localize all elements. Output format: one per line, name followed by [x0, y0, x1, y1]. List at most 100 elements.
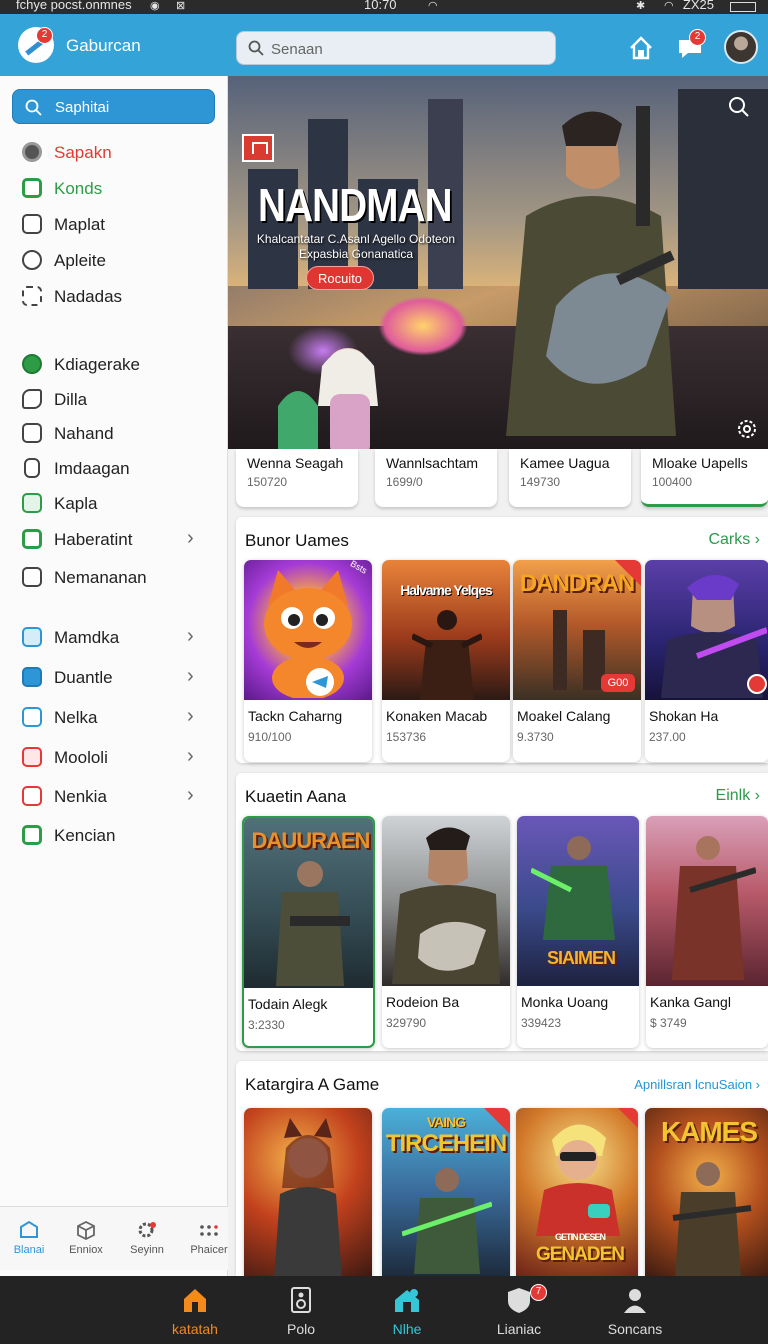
sidebar-tab-bar: Blanai Enniox Seyinn Phaicer	[0, 1206, 228, 1270]
hero-cta-button[interactable]: Rocuito	[306, 266, 374, 290]
sidebar-item-maplat[interactable]: Maplat	[0, 208, 228, 242]
section-link-label: Carks	[708, 531, 751, 548]
corner-ribbon	[484, 1108, 510, 1134]
square-n-icon	[22, 423, 42, 443]
section-title: Kuaetin Aana	[245, 787, 347, 806]
sidebar-item-label: Mamdka	[54, 628, 120, 647]
soldier-character	[276, 861, 350, 986]
art-title: GENADEN	[535, 1244, 625, 1265]
sidebar-item-sapakn[interactable]: Sapakn	[0, 136, 228, 170]
stat-card[interactable]: Wannlsachtam 1699/0	[375, 449, 497, 507]
stat-card[interactable]: Mloake Uapells 100400	[641, 449, 768, 507]
blonde-character	[536, 1124, 620, 1236]
sidebar-search-button[interactable]: Saphitai	[12, 89, 215, 124]
sidebar-item-nemananan[interactable]: Nemananan	[0, 561, 228, 595]
sidebar-item-nadadas[interactable]: Nadadas	[0, 280, 228, 314]
sidebar-item-kencian[interactable]: Kencian	[0, 819, 228, 853]
game-card[interactable]: DANDRAN G00 Moakel Calang 9.3730	[513, 560, 641, 762]
game-card[interactable]: VAING TIRCEHEIN	[382, 1108, 510, 1278]
sidebar-item-nelka[interactable]: Nelka ›	[0, 701, 228, 735]
user-icon	[624, 1289, 646, 1313]
hero-banner[interactable]: NANDMAN Khalcantatar C.Asanl Agello Odot…	[228, 76, 768, 449]
sidebar-item-kdiagerake[interactable]: Kdiagerake	[0, 348, 228, 382]
game-card[interactable]: Kanka Gangl $ 3749	[646, 816, 768, 1048]
game-card[interactable]: Bsts Tackn Caharng 910/100	[244, 560, 372, 762]
section-see-more-link[interactable]: Carks ›	[708, 531, 760, 549]
sidebar-item-label: Konds	[54, 179, 103, 198]
sidebar-item-konds[interactable]: Konds	[0, 172, 228, 206]
section-see-more-link[interactable]: Einlk ›	[716, 787, 760, 805]
hero-character-guitarist	[506, 106, 676, 436]
bottom-nav: katatah Polo Nlhe Lianiac 7 Soncans	[0, 1276, 768, 1344]
game-art-city: DANDRAN G00	[513, 560, 641, 700]
stat-name: Kamee Uagua	[520, 455, 610, 471]
search-icon[interactable]	[728, 96, 750, 118]
bottom-nav-lianiac[interactable]: Lianiac	[474, 1286, 564, 1337]
sidebar-tab-enniox[interactable]: Enniox	[57, 1219, 115, 1256]
game-card[interactable]: Shokan Ha 237.00	[645, 560, 768, 762]
bottom-nav-soncans[interactable]: Soncans	[590, 1286, 680, 1337]
notification-badge: 2	[689, 29, 706, 46]
sidebar-item-label: Nemananan	[54, 568, 147, 587]
sidebar-tab-blanai[interactable]: Blanai	[0, 1219, 58, 1256]
sidebar-item-apleite[interactable]: Apleite	[0, 244, 228, 278]
hero-subtitle: Khalcantatar C.Asanl Agello Odoteon Expa…	[256, 232, 456, 261]
sidebar-item-haberatint[interactable]: Haberatint ›	[0, 523, 228, 557]
stat-card[interactable]: Kamee Uagua 149730	[509, 449, 631, 507]
hero-flag-icon	[242, 134, 274, 162]
game-art-gunner	[645, 560, 768, 700]
sidebar-tab-seyinn[interactable]: Seyinn	[118, 1219, 176, 1256]
game-value: 339423	[521, 1016, 562, 1030]
game-name: Tackn Caharng	[248, 708, 343, 724]
phone-icon	[24, 458, 40, 478]
game-name: Kanka Gangl	[650, 994, 731, 1010]
game-card[interactable]: SIAIMEN Monka Uoang 339423	[517, 816, 639, 1048]
stat-card[interactable]: Wenna Seagah 150720	[236, 449, 358, 507]
game-card[interactable]: Rodeion Ba 329790	[382, 816, 510, 1048]
sidebar-item-imdaagan[interactable]: Imdaagan	[0, 452, 228, 486]
sidebar-item-duantle[interactable]: Duantle ›	[0, 661, 228, 695]
sidebar-item-label: Nenkia	[54, 787, 107, 806]
chat-icon	[22, 250, 42, 270]
gear-icon	[138, 1222, 156, 1238]
bottom-nav-label: Nlhe	[392, 1321, 422, 1337]
bottom-nav-polo[interactable]: Polo	[256, 1286, 346, 1337]
section-bunor-uames: Bunor Uames Carks › Bsts Tackn Caharng 9…	[236, 517, 768, 763]
sidebar-item-label: Apleite	[54, 251, 106, 270]
soldier-character	[672, 1162, 752, 1278]
game-value: 153736	[386, 730, 427, 744]
sidebar-item-moololi[interactable]: Moololi ›	[0, 741, 228, 775]
bottom-nav-nlhe[interactable]: Nlhe	[362, 1286, 452, 1337]
game-card[interactable]: KAMES	[645, 1108, 768, 1278]
home-icon[interactable]	[627, 34, 655, 62]
sidebar-item-label: Nadadas	[54, 287, 123, 306]
game-card[interactable]: GETIN DESEN GENADEN	[516, 1108, 638, 1278]
speaker-icon	[291, 1287, 311, 1313]
sidebar-tab-phaicer[interactable]: Phaicer	[180, 1219, 238, 1256]
game-card[interactable]	[244, 1108, 372, 1278]
game-art-catgirl	[244, 1108, 372, 1278]
sidebar-item-nenkia[interactable]: Nenkia ›	[0, 780, 228, 814]
bottom-nav-katatah[interactable]: katatah	[150, 1286, 240, 1337]
game-value: $ 3749	[650, 1016, 687, 1030]
sidebar-item-mamdka[interactable]: Mamdka ›	[0, 621, 228, 655]
search-input[interactable]	[271, 38, 541, 60]
tv-icon	[22, 627, 42, 647]
sidebar-item-nahand[interactable]: Nahand	[0, 417, 228, 451]
sidebar-item-dilla[interactable]: Dilla	[0, 383, 228, 417]
avatar[interactable]	[724, 30, 758, 64]
game-card[interactable]: DAUURAEN Todain Alegk 3:2330	[242, 816, 375, 1048]
sidebar-item-kapla[interactable]: Kapla	[0, 487, 228, 521]
chart-icon	[22, 493, 42, 513]
chevron-right-icon: ›	[187, 527, 194, 549]
settings-icon[interactable]	[735, 417, 759, 441]
mercenary-character	[672, 836, 756, 980]
game-name: Monka Uoang	[521, 994, 609, 1010]
search-bar[interactable]	[236, 31, 556, 65]
dots-grid-icon	[200, 1225, 218, 1236]
game-card[interactable]: Halvame Yelqes Konaken Macab 153736	[382, 560, 510, 762]
game-value: 329790	[386, 1016, 427, 1030]
game-art-tircehein: VAING TIRCEHEIN	[382, 1108, 510, 1278]
section-see-more-link[interactable]: Apnillsran lcnuSaion ›	[634, 1077, 760, 1092]
section-katargira-a-game: Katargira A Game Apnillsran lcnuSaion › …	[236, 1061, 768, 1278]
